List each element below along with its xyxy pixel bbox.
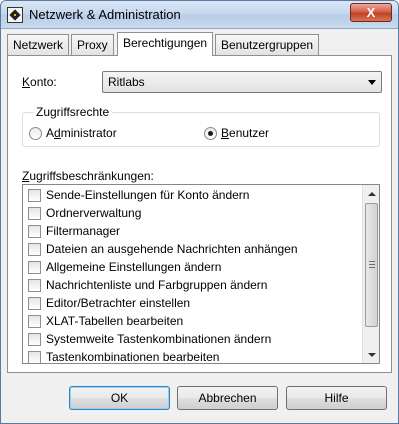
dialog-window: Netzwerk & Administration X Netzwerk Pro… [0, 0, 399, 424]
scroll-up-button[interactable] [363, 185, 379, 202]
checkbox-icon[interactable] [28, 332, 41, 346]
list-item[interactable]: Tastenkombinationen bearbeiten [23, 348, 219, 363]
checkbox-icon[interactable] [28, 260, 41, 274]
checkbox-icon[interactable] [28, 188, 41, 202]
tab-netzwerk[interactable]: Netzwerk [7, 34, 70, 55]
list-item[interactable]: Allgemeine Einstellungen ändern [23, 258, 221, 276]
tab-berechtigungen[interactable]: Berechtigungen [117, 32, 214, 56]
list-item[interactable]: Editor/Betrachter einstellen [23, 294, 190, 312]
account-label: Konto: [22, 75, 57, 89]
radio-benutzer-label: Benutzer [221, 126, 270, 140]
chevron-down-icon [368, 80, 376, 85]
access-rights-title: Zugriffsrechte [33, 105, 113, 119]
checkbox-icon[interactable] [28, 224, 41, 238]
app-icon [7, 7, 23, 23]
help-button[interactable]: Hilfe [286, 386, 387, 410]
permissions-panel: Konto: Ritlabs Zugriffsrechte Administra… [7, 55, 392, 373]
restrictions-label: Zugriffsbeschränkungen: [22, 169, 154, 183]
radio-benutzer[interactable]: Benutzer [204, 126, 269, 140]
vertical-scrollbar[interactable] [362, 185, 379, 363]
radio-administrator[interactable]: Administrator [29, 126, 117, 140]
window-title: Netzwerk & Administration [29, 7, 181, 22]
checkbox-icon[interactable] [28, 206, 41, 220]
title-bar: Netzwerk & Administration X [1, 1, 398, 29]
cancel-button[interactable]: Abbrechen [177, 386, 278, 410]
list-item[interactable]: Dateien an ausgehende Nachrichten anhäng… [23, 240, 298, 258]
checkbox-icon[interactable] [28, 350, 41, 363]
ok-button[interactable]: OK [69, 386, 170, 410]
list-item[interactable]: XLAT-Tabellen bearbeiten [23, 312, 183, 330]
account-combobox[interactable]: Ritlabs [102, 71, 382, 93]
arrow-down-icon [367, 352, 376, 357]
list-item[interactable]: Nachrichtenliste und Farbgruppen ändern [23, 276, 267, 294]
restrictions-list[interactable]: Sende-Einstellungen für Konto ändern Ord… [22, 184, 380, 364]
scroll-down-button[interactable] [363, 346, 379, 363]
access-rights-group: Zugriffsrechte Administrator Benutzer [22, 105, 380, 147]
scroll-thumb[interactable] [365, 203, 378, 327]
checkbox-icon[interactable] [28, 278, 41, 292]
radio-checked-icon [204, 126, 217, 140]
tab-proxy[interactable]: Proxy [71, 34, 114, 55]
list-item[interactable]: Systemweite Tastenkombinationen ändern [23, 330, 271, 348]
checkbox-icon[interactable] [28, 242, 41, 256]
list-item[interactable]: Sende-Einstellungen für Konto ändern [23, 186, 249, 204]
list-item[interactable]: Filtermanager [23, 222, 120, 240]
radio-administrator-label: Administrator [46, 126, 117, 140]
account-value: Ritlabs [108, 75, 145, 89]
checkbox-icon[interactable] [28, 314, 41, 328]
grip-icon [369, 261, 375, 268]
close-button[interactable]: X [350, 3, 392, 22]
checkbox-icon[interactable] [28, 296, 41, 310]
list-item[interactable]: Ordnerverwaltung [23, 204, 141, 222]
arrow-up-icon [367, 191, 376, 196]
radio-unchecked-icon [29, 126, 42, 140]
tab-benutzergruppen[interactable]: Benutzergruppen [215, 34, 320, 55]
close-icon: X [366, 5, 376, 20]
